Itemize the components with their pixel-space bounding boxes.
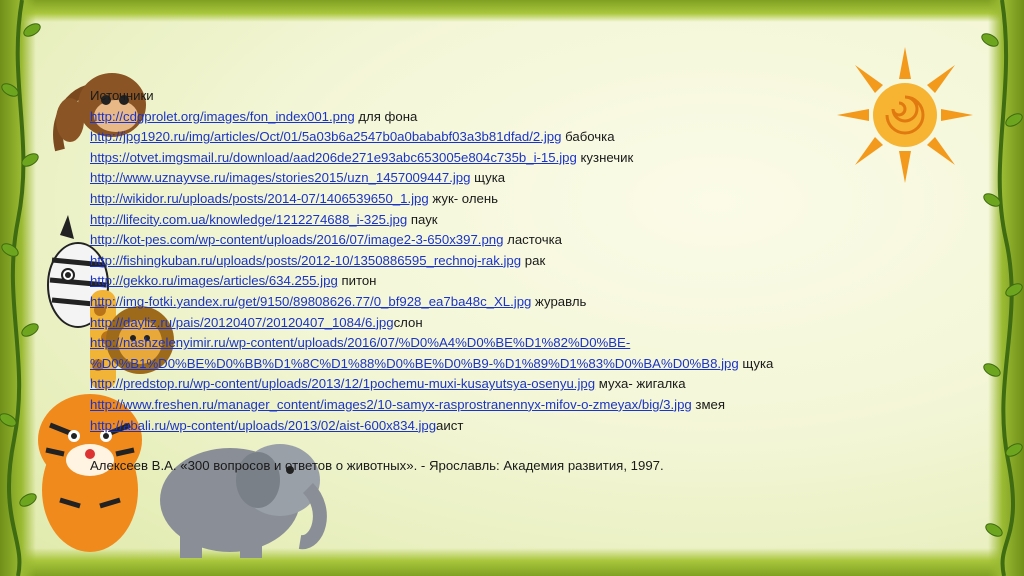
source-link[interactable]: http://img-fotki.yandex.ru/get/9150/8980… [90,294,531,309]
source-item: http://wikidor.ru/uploads/posts/2014-07/… [90,189,870,210]
sources-list: http://cdgprolet.org/images/fon_index001… [90,107,870,437]
source-description: бабочка [561,129,615,145]
source-description: щука [738,355,774,371]
source-item: http://abali.ru/wp-content/uploads/2013/… [90,416,870,437]
source-link[interactable]: http://gekko.ru/images/articles/634.255.… [90,273,338,288]
source-link[interactable]: http://nashzelenyimir.ru/wp-content/uplo… [90,335,630,350]
vine-icon [981,0,1023,576]
source-link[interactable]: http://www.uznayvse.ru/images/stories201… [90,170,470,185]
source-item: %D0%B1%D0%BE%D0%BB%D1%8C%D1%88%D0%BE%D0%… [90,354,870,375]
source-description: аист [436,417,464,433]
source-item: http://jpg1920.ru/img/articles/Oct/01/5a… [90,127,870,148]
source-description: рак [521,252,546,268]
source-description: жук- олень [428,190,499,206]
sources-block: Источники http://cdgprolet.org/images/fo… [90,86,870,436]
source-link[interactable]: %D0%B1%D0%BE%D0%BB%D1%8C%D1%88%D0%BE%D0%… [90,356,739,371]
source-item: https://otvet.imgsmail.ru/download/aad20… [90,148,870,169]
source-link[interactable]: http://cdgprolet.org/images/fon_index001… [90,109,355,124]
source-description: слон [393,314,423,330]
source-link[interactable]: http://www.freshen.ru/manager_content/im… [90,397,692,412]
source-item: http://lifecity.com.ua/knowledge/1212274… [90,210,870,231]
source-item: http://img-fotki.yandex.ru/get/9150/8980… [90,292,870,313]
source-description: для фона [354,108,418,124]
frame-top [0,0,1024,22]
source-item: http://predstop.ru/wp-content/uploads/20… [90,374,870,395]
book-reference: Алексеев В.А. «300 вопросов и ответов о … [90,458,664,473]
source-item: http://gekko.ru/images/articles/634.255.… [90,271,870,292]
source-description: паук [407,211,438,227]
source-link[interactable]: http://kot-pes.com/wp-content/uploads/20… [90,232,503,247]
source-item: http://nashzelenyimir.ru/wp-content/uplo… [90,333,870,354]
source-link[interactable]: https://otvet.imgsmail.ru/download/aad20… [90,150,577,165]
source-description: питон [337,273,377,289]
source-description: журавль [531,293,587,309]
source-item: http://www.freshen.ru/manager_content/im… [90,395,870,416]
source-item: http://dayliz.ru/pais/20120407/20120407_… [90,313,870,334]
source-link[interactable]: http://wikidor.ru/uploads/posts/2014-07/… [90,191,429,206]
source-link[interactable]: http://fishingkuban.ru/uploads/posts/201… [90,253,521,268]
source-description: змея [691,396,726,412]
source-link[interactable]: http://abali.ru/wp-content/uploads/2013/… [90,418,436,433]
source-description: щука [470,170,506,186]
source-link[interactable]: http://dayliz.ru/pais/20120407/20120407_… [90,315,394,330]
source-link[interactable]: http://lifecity.com.ua/knowledge/1212274… [90,212,407,227]
source-description: муха- жигалка [595,376,686,392]
source-item: http://fishingkuban.ru/uploads/posts/201… [90,251,870,272]
sources-heading: Источники [90,88,154,103]
source-link[interactable]: http://predstop.ru/wp-content/uploads/20… [90,376,595,391]
source-item: http://www.uznayvse.ru/images/stories201… [90,168,870,189]
source-item: http://cdgprolet.org/images/fon_index001… [90,107,870,128]
source-description: кузнечик [576,149,634,165]
source-link[interactable]: http://jpg1920.ru/img/articles/Oct/01/5a… [90,129,561,144]
source-description: ласточка [503,232,562,248]
source-item: http://kot-pes.com/wp-content/uploads/20… [90,230,870,251]
